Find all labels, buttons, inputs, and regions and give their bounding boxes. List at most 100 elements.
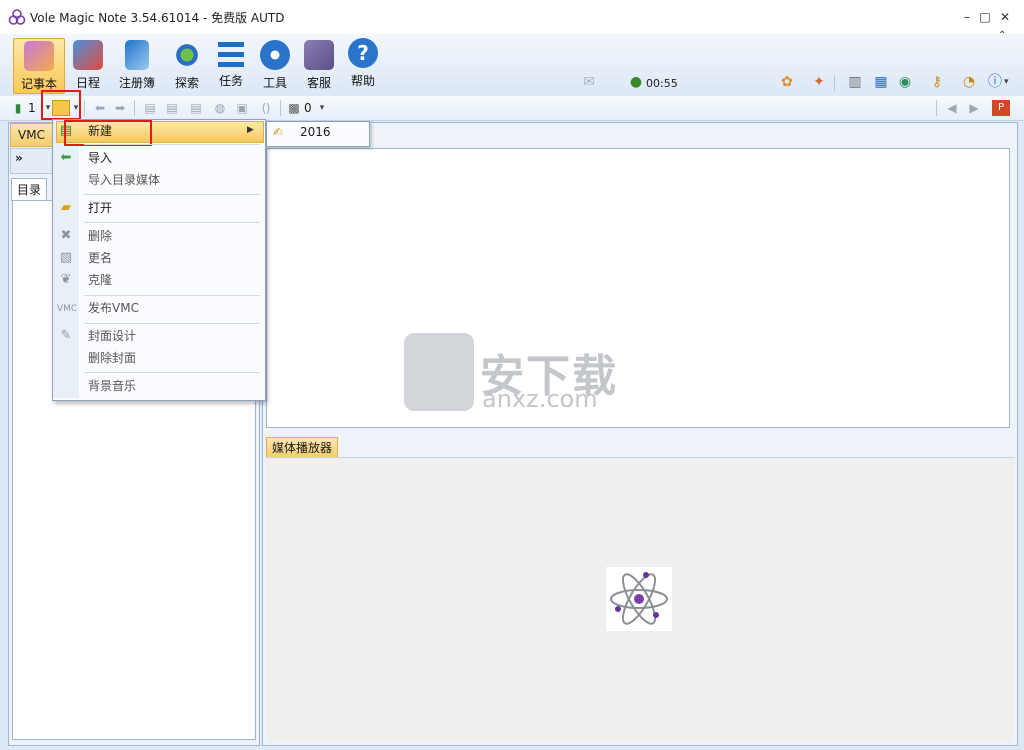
- books-icon[interactable]: ▥: [846, 73, 864, 91]
- submenu-item-2016[interactable]: 2016: [300, 125, 331, 139]
- stopwatch-icon[interactable]: ◔: [960, 73, 978, 91]
- menu-item-open[interactable]: 打开: [88, 198, 112, 218]
- watermark-bag-icon: [404, 333, 474, 411]
- notebook-count: 1: [28, 101, 36, 115]
- mail-icon[interactable]: ✉: [580, 73, 598, 91]
- ribbon-label: 工具: [262, 76, 287, 90]
- palette-icon[interactable]: ✿: [778, 73, 796, 91]
- forward-arrow-icon[interactable]: ➡: [112, 100, 128, 116]
- powerpoint-icon[interactable]: P: [992, 100, 1010, 116]
- ribbon-schedule-button[interactable]: 日程: [63, 38, 113, 92]
- ribbon-help-button[interactable]: ? 帮助: [338, 38, 388, 92]
- media-dropdown-icon[interactable]: ▾: [314, 100, 330, 116]
- divider: [280, 100, 281, 116]
- next-circle-icon[interactable]: ▶: [966, 100, 982, 116]
- divider: [84, 100, 85, 116]
- atom-logo-icon: [606, 567, 672, 631]
- folder-context-menu: [52, 119, 266, 401]
- bar-chart-icon[interactable]: ▮: [10, 100, 26, 116]
- menu-separator: [84, 372, 260, 373]
- clone-icon: ❦: [60, 272, 72, 287]
- ribbon-notebook-button[interactable]: 记事本: [13, 38, 65, 94]
- support-icon: [304, 40, 334, 70]
- window-title: Vole Magic Note 3.54.61014 - 免费版 AUTD: [30, 11, 285, 25]
- minimize-button[interactable]: –: [958, 8, 976, 26]
- explore-icon: [172, 40, 202, 70]
- menu-item-clone[interactable]: 克隆: [88, 270, 112, 290]
- help-icon: ?: [348, 38, 378, 68]
- vmc-selector[interactable]: VMC: [10, 123, 58, 147]
- highlight-box: [41, 90, 81, 120]
- ribbon-label: 客服: [306, 76, 331, 90]
- menu-separator: [84, 144, 260, 145]
- app-logo-icon: [8, 9, 26, 25]
- copy-icon[interactable]: ▤: [164, 100, 180, 116]
- ribbon-label: 任务: [218, 74, 243, 88]
- image-icon[interactable]: ▣: [234, 100, 250, 116]
- open-folder-icon: ▰: [61, 200, 71, 215]
- menu-separator: [84, 295, 260, 296]
- menu-item-import-media[interactable]: 导入目录媒体: [88, 170, 160, 190]
- ribbon-label: 探索: [174, 76, 199, 90]
- menu-item-delete[interactable]: 删除: [88, 226, 112, 246]
- key-icon[interactable]: ⚷: [928, 73, 946, 91]
- delete-icon: ✖: [60, 228, 72, 243]
- menu-item-rename[interactable]: 更名: [88, 248, 112, 268]
- submenu-arrow-icon: ▶: [247, 125, 254, 135]
- calendar-64-icon[interactable]: ▦: [872, 73, 890, 91]
- menu-item-cover-design[interactable]: 封面设计: [88, 326, 136, 346]
- tab-media-player[interactable]: 媒体播放器: [266, 437, 338, 459]
- note-editor-area[interactable]: [266, 148, 1010, 428]
- clock-time: 00:55: [646, 77, 678, 90]
- notebook-icon: [24, 41, 54, 71]
- back-arrow-icon[interactable]: ⬅: [92, 100, 108, 116]
- clock-icon: ●: [629, 74, 643, 90]
- menu-separator: [84, 323, 260, 324]
- globe-icon[interactable]: ◉: [896, 73, 914, 91]
- info-icon[interactable]: ⓘ: [986, 73, 1004, 91]
- calendar-clock-icon: [73, 40, 103, 70]
- code-icon[interactable]: ⟨⟩: [258, 100, 274, 116]
- double-chevron-down-icon[interactable]: »: [15, 151, 23, 165]
- ribbon-explore-button[interactable]: 探索: [162, 38, 212, 92]
- template-icon: ✍: [272, 125, 284, 139]
- info-dropdown-icon[interactable]: ▾: [1004, 77, 1009, 87]
- prev-circle-icon[interactable]: ◀: [944, 100, 960, 116]
- tab-catalog[interactable]: 目录: [11, 178, 47, 201]
- task-list-icon: [218, 42, 244, 68]
- cut-icon[interactable]: ▤: [142, 100, 158, 116]
- close-button[interactable]: ✕: [996, 8, 1014, 26]
- import-icon: ⬅: [60, 150, 72, 165]
- divider: [834, 75, 835, 91]
- ribbon-task-button[interactable]: 任务: [206, 38, 256, 92]
- maximize-button[interactable]: □: [976, 8, 994, 26]
- media-icon[interactable]: ▩: [286, 100, 302, 116]
- expand-bar[interactable]: »: [10, 148, 56, 174]
- media-count: 0: [304, 101, 312, 115]
- watermark-url: anxz.com: [482, 385, 598, 413]
- tools-icon: [260, 40, 290, 70]
- divider: [134, 100, 135, 116]
- ribbon-support-button[interactable]: 客服: [294, 38, 344, 92]
- paste-icon[interactable]: ▤: [188, 100, 204, 116]
- settings-tool-icon[interactable]: ✦: [810, 73, 828, 91]
- register-book-icon: [125, 40, 149, 70]
- vmc-label: VMC: [18, 128, 45, 142]
- highlight-box: [64, 120, 152, 146]
- divider: [936, 100, 937, 116]
- menu-item-bg-music[interactable]: 背景音乐: [88, 376, 136, 396]
- ribbon-register-button[interactable]: 注册簿: [112, 38, 162, 92]
- collapse-ribbon-icon[interactable]: ⌃: [998, 30, 1006, 41]
- rename-icon: ▧: [59, 250, 73, 265]
- vmc-publish-icon: VMC: [57, 304, 78, 314]
- menu-item-publish[interactable]: 发布VMC: [88, 298, 139, 318]
- ribbon-label: 帮助: [350, 74, 375, 88]
- ribbon-label: 日程: [75, 76, 100, 90]
- menu-item-import[interactable]: 导入: [88, 148, 112, 168]
- menu-item-delete-cover[interactable]: 删除封面: [88, 348, 136, 368]
- ribbon-tools-button[interactable]: 工具: [250, 38, 300, 92]
- cover-design-icon: ✎: [60, 328, 72, 343]
- menu-separator: [84, 194, 260, 195]
- web-icon[interactable]: ◍: [212, 100, 228, 116]
- menu-separator: [84, 222, 260, 223]
